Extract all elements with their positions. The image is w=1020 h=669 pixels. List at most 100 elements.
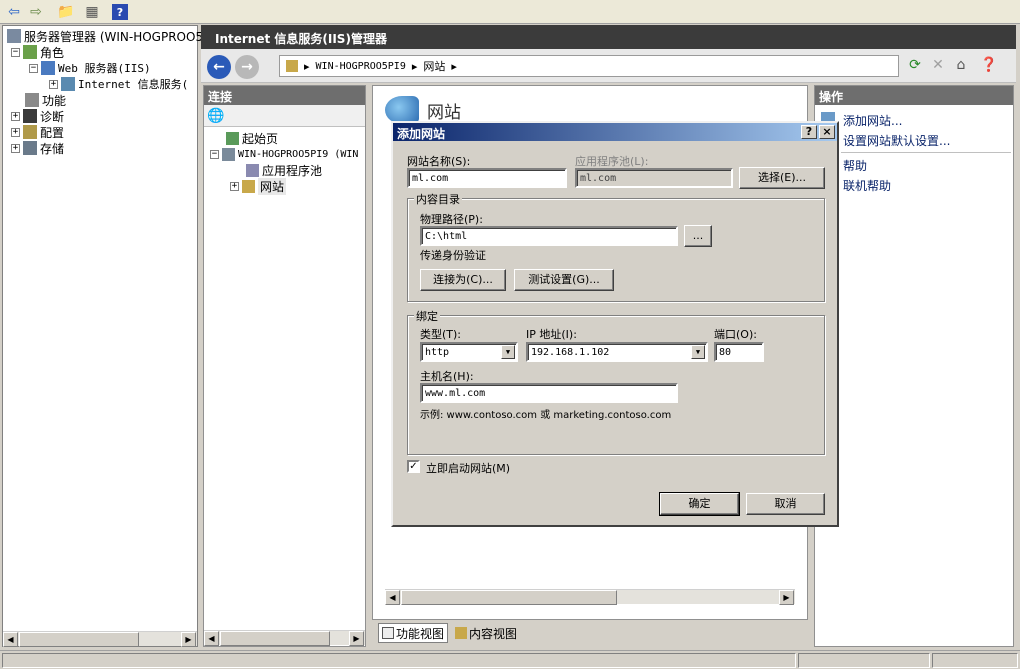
collapse-icon[interactable]: − (210, 149, 219, 159)
expand-icon[interactable]: + (230, 181, 239, 191)
select-app-pool-button[interactable]: 选择(E)... (739, 167, 825, 189)
cancel-button[interactable]: 取消 (746, 493, 825, 515)
dialog-help-button[interactable]: ? (801, 125, 817, 139)
type-label: 类型(T): (420, 328, 462, 341)
address-path[interactable]: ▸ WIN-HOGPROO5PI9 ▸ 网站 ▸ (279, 55, 899, 77)
conn-item-app-pools[interactable]: 应用程序池 (246, 162, 322, 178)
diagnostics-icon (23, 109, 37, 123)
sites-folder-icon (242, 179, 255, 193)
forward-arrow-icon[interactable]: ⇨ (26, 2, 46, 22)
breadcrumb-sites[interactable]: 网站 (423, 58, 445, 74)
chevron-down-icon[interactable]: ▼ (501, 345, 515, 359)
stop-icon[interactable]: ✕ (928, 55, 948, 75)
nav-back-icon[interactable]: ← (207, 55, 231, 79)
tab-content-view[interactable]: 内容视图 (452, 623, 520, 643)
physical-path-input[interactable]: C:\html (420, 226, 678, 246)
type-select-value: http (425, 347, 450, 358)
center-hscrollbar[interactable]: ◀ ▶ (385, 589, 795, 605)
tree-item-web-server[interactable]: − Web 服务器(IIS) (29, 60, 151, 76)
address-bar: ← → ▸ WIN-HOGPROO5PI9 ▸ 网站 ▸ ⟳ ✕ ⌂ ❓ (201, 49, 1016, 83)
action-help[interactable]: 帮助 (843, 157, 867, 174)
status-cell-2 (798, 653, 930, 668)
tree-item-storage[interactable]: + 存储 (11, 140, 64, 156)
iis-icon (61, 77, 75, 91)
expand-icon[interactable]: + (11, 143, 20, 153)
app-pool-label: 应用程序池(L): (575, 155, 649, 168)
back-arrow-icon[interactable]: ⇦ (4, 2, 24, 22)
ip-address-select[interactable]: 192.168.1.102 ▼ (526, 342, 708, 362)
port-label: 端口(O): (714, 328, 757, 341)
home-icon[interactable]: ⌂ (951, 55, 971, 75)
tree-item-config[interactable]: + 配置 (11, 124, 64, 140)
config-icon (23, 125, 37, 139)
features-icon (25, 93, 39, 107)
host-name-example: 示例: www.contoso.com 或 marketing.contoso.… (420, 410, 672, 421)
tree-item-features[interactable]: 功能 (25, 92, 66, 108)
status-bar (0, 650, 1020, 669)
refresh-icon[interactable]: ⟳ (905, 55, 925, 75)
start-immediately-label[interactable]: 立即启动网站(M) (426, 460, 510, 476)
show-hide-tree-icon[interactable]: ▦ (82, 2, 102, 22)
start-immediately-checkbox[interactable]: ✓ (407, 460, 420, 473)
start-page-icon (226, 131, 239, 145)
site-name-label: 网站名称(S): (407, 155, 471, 168)
left-tree-hscrollbar[interactable]: ◀ ▶ (3, 631, 197, 647)
connect-as-button[interactable]: 连接为(C)... (420, 269, 506, 291)
scroll-right-icon[interactable]: ▶ (181, 632, 196, 647)
breadcrumb-server[interactable]: WIN-HOGPROO5PI9 (316, 61, 406, 72)
tree-item-iis-manager[interactable]: + Internet 信息服务( (49, 76, 197, 92)
collapse-icon[interactable]: − (29, 63, 38, 73)
breadcrumb-sep-icon: ▸ (411, 59, 418, 73)
scroll-thumb[interactable] (401, 590, 617, 605)
expand-icon[interactable]: + (11, 127, 20, 137)
server-icon (7, 29, 21, 43)
scroll-thumb[interactable] (220, 631, 330, 646)
scroll-thumb[interactable] (19, 632, 139, 647)
tree-item-server-manager[interactable]: 服务器管理器 (WIN-HOGPROO5PI (7, 28, 214, 44)
scroll-right-icon[interactable]: ▶ (779, 590, 794, 605)
conn-item-start-page[interactable]: 起始页 (226, 130, 278, 146)
storage-icon (23, 141, 37, 155)
expand-icon[interactable]: + (11, 111, 20, 121)
connect-icon[interactable]: 🌐 (206, 106, 226, 126)
collapse-icon[interactable]: − (11, 47, 20, 57)
help-dropdown-icon[interactable]: ❓ (979, 55, 999, 75)
tree-item-roles[interactable]: − 角色 (11, 44, 64, 60)
browse-path-button[interactable]: ... (684, 225, 712, 247)
conn-item-server[interactable]: − WIN-HOGPROO5PI9 (WIN (210, 146, 365, 162)
actions-divider (841, 152, 1011, 153)
host-name-label: 主机名(H): (420, 370, 474, 383)
breadcrumb-sep-icon: ▸ (304, 59, 310, 73)
actions-title: 操作 (815, 86, 1013, 105)
center-header: 网站 (385, 96, 461, 124)
status-cell-main (2, 653, 796, 668)
features-view-icon (382, 627, 394, 639)
site-name-input[interactable]: ml.com (407, 168, 567, 188)
test-settings-button[interactable]: 测试设置(G)... (514, 269, 614, 291)
conn-hscrollbar[interactable]: ◀ ▶ (204, 630, 365, 646)
content-view-icon (455, 627, 467, 639)
host-name-input[interactable]: www.ml.com (420, 383, 678, 403)
tab-features-view[interactable]: 功能视图 (378, 623, 449, 643)
scroll-left-icon[interactable]: ◀ (3, 632, 18, 647)
action-add-site[interactable]: 添加网站... (843, 112, 902, 129)
sites-globe-icon (385, 96, 419, 124)
port-input[interactable]: 80 (714, 342, 764, 362)
chevron-down-icon[interactable]: ▼ (691, 345, 705, 359)
scroll-left-icon[interactable]: ◀ (385, 590, 400, 605)
action-set-defaults[interactable]: 设置网站默认设置... (843, 132, 950, 149)
tree-item-diagnostics[interactable]: + 诊断 (11, 108, 64, 124)
ok-button[interactable]: 确定 (659, 492, 740, 516)
expand-icon[interactable]: + (49, 79, 58, 89)
dialog-close-button[interactable]: × (819, 125, 835, 139)
scroll-right-icon[interactable]: ▶ (349, 631, 364, 646)
server-manager-tree: 服务器管理器 (WIN-HOGPROO5PI − 角色 − Web 服务器(II… (2, 25, 214, 647)
type-select[interactable]: http ▼ (420, 342, 518, 362)
connections-title: 连接 (204, 86, 365, 105)
nav-forward-icon[interactable]: → (235, 55, 259, 79)
action-online-help[interactable]: 联机帮助 (843, 177, 891, 194)
help-icon[interactable]: ? (112, 4, 128, 20)
scroll-left-icon[interactable]: ◀ (204, 631, 219, 646)
conn-item-sites[interactable]: + 网站 (230, 177, 287, 195)
up-folder-icon[interactable]: 📁 (56, 2, 76, 22)
